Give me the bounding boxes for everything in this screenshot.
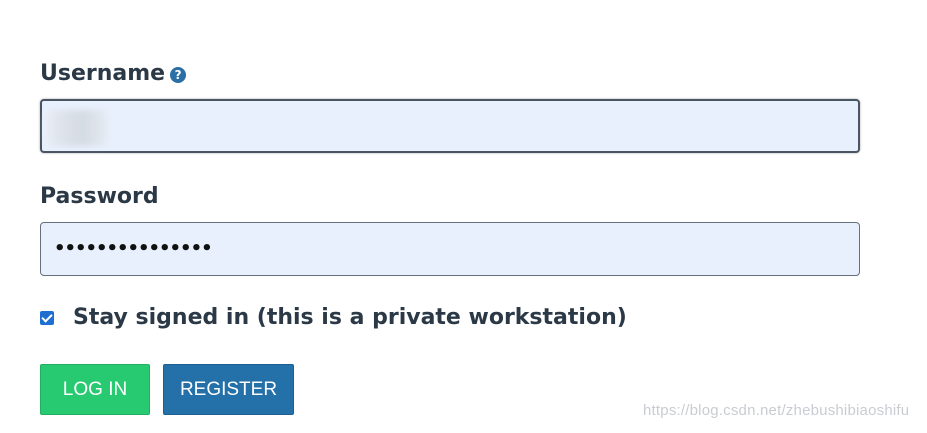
username-label: Username ?: [40, 61, 187, 86]
username-label-text: Username: [40, 61, 166, 86]
password-field[interactable]: •••••••••••••••: [40, 222, 860, 276]
password-label: Password: [40, 184, 159, 209]
username-field[interactable]: [40, 99, 860, 153]
stay-signed-in-checkbox[interactable]: [40, 310, 54, 325]
register-button[interactable]: REGISTER: [163, 364, 294, 415]
redacted-username-value: [46, 110, 108, 146]
stay-signed-in-label[interactable]: Stay signed in (this is a private workst…: [73, 305, 627, 330]
question-circle-icon[interactable]: ?: [170, 67, 187, 83]
stay-signed-in-row: Stay signed in (this is a private workst…: [40, 305, 627, 330]
password-mask: •••••••••••••••: [54, 238, 213, 259]
login-form: Username ? Password ••••••••••••••• Stay…: [0, 0, 927, 433]
watermark-text: https://blog.csdn.net/zhebushibiaoshifu: [643, 402, 910, 419]
password-label-text: Password: [40, 184, 159, 209]
login-button[interactable]: LOG IN: [40, 364, 150, 415]
